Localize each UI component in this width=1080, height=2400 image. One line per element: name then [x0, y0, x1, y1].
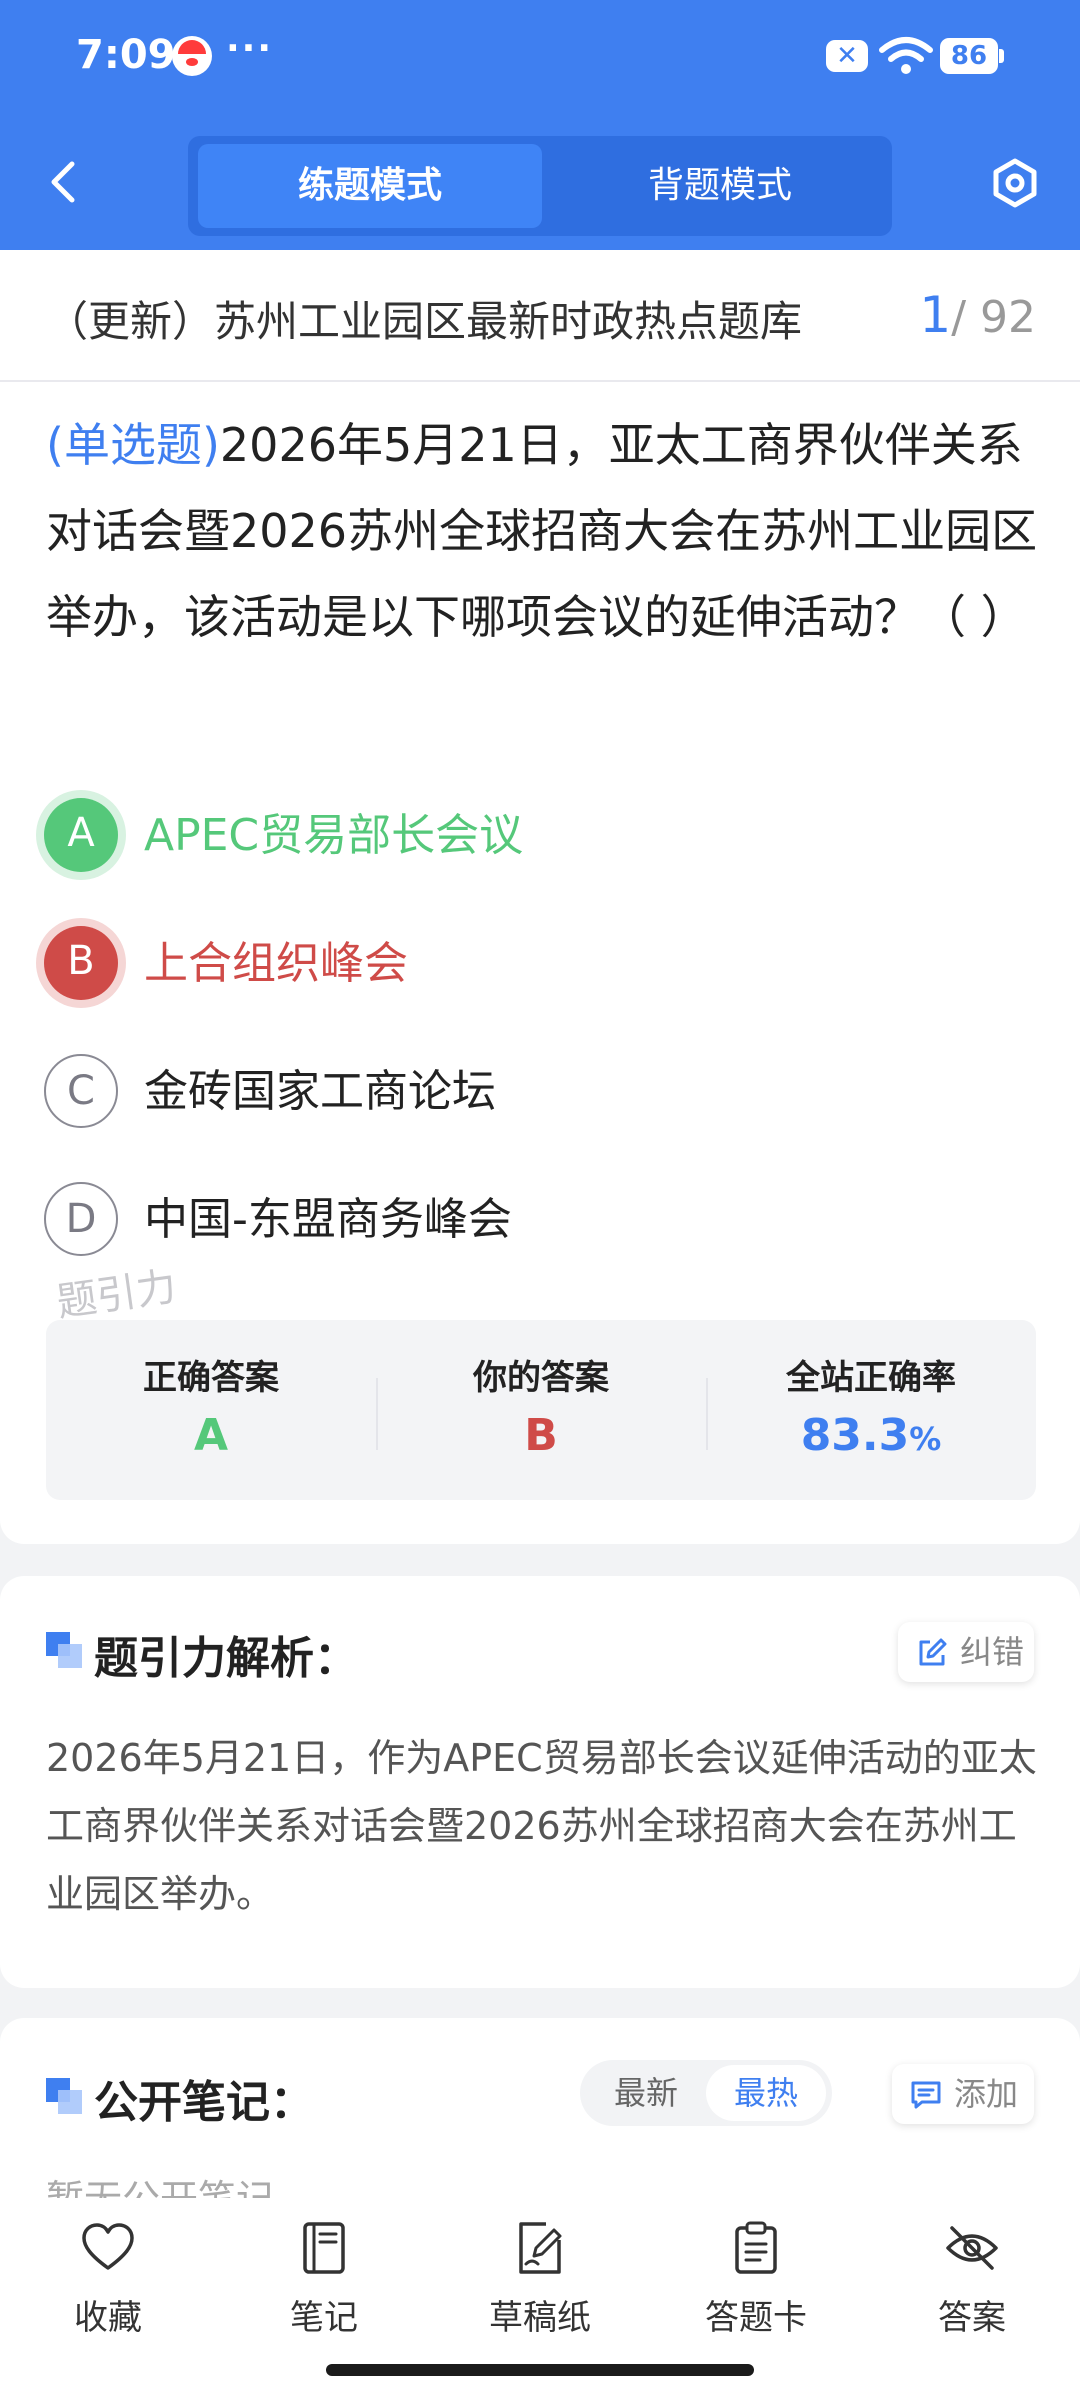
your-answer: 你的答案 B — [376, 1320, 706, 1500]
question-bank-bar: （更新）苏州工业园区最新时政热点题库 1/ 92 — [0, 250, 1080, 382]
site-accuracy: 全站正确率 83.3% — [706, 1320, 1036, 1500]
question-stem: (单选题)2026年5月21日，亚太工商界伙伴关系对话会暨2026苏州全球招商大… — [46, 402, 1042, 660]
draft-paper-label: 草稿纸 — [489, 2298, 591, 2338]
notes-button[interactable]: 笔记 — [234, 2220, 414, 2340]
settings-icon[interactable] — [990, 158, 1040, 208]
back-icon[interactable] — [44, 160, 84, 204]
question-bank-title: （更新）苏州工业园区最新时政热点题库 — [46, 297, 803, 346]
analysis-card: 题引力解析： 纠错 2026年5月21日，作为APEC贸易部长会议延伸活动的亚太… — [0, 1576, 1080, 1988]
tab-memorize-mode[interactable]: 背题模式 — [548, 144, 892, 228]
app-notification-icon — [172, 36, 212, 76]
tab-practice-mode[interactable]: 练题模式 — [198, 144, 542, 228]
no-sim-icon: ✕ — [826, 40, 868, 72]
comment-icon — [911, 2081, 941, 2109]
show-answer-label: 答案 — [938, 2298, 1006, 2338]
public-notes-title: 公开笔记： — [94, 2077, 314, 2128]
accuracy-number: 83.3 — [800, 1410, 910, 1461]
option-b-text: 上合组织峰会 — [144, 938, 408, 989]
answer-sheet-label: 答题卡 — [705, 2298, 807, 2338]
favorite-label: 收藏 — [74, 2298, 142, 2338]
site-accuracy-value: 83.3% — [706, 1410, 1036, 1461]
option-d-text: 中国-东盟商务峰会 — [144, 1194, 512, 1245]
analysis-text: 2026年5月21日，作为APEC贸易部长会议延伸活动的亚太工商界伙伴关系对话会… — [46, 1736, 1037, 1916]
show-answer-button[interactable]: 答案 — [882, 2220, 1062, 2340]
notebook-icon — [303, 2222, 345, 2274]
add-note-label: 添加 — [954, 2075, 1019, 2113]
option-c[interactable]: C 金砖国家工商论坛 — [40, 1050, 1040, 1140]
draft-paper-button[interactable]: 草稿纸 — [450, 2220, 630, 2340]
current-question-number: 1 — [919, 286, 952, 344]
option-a-text: APEC贸易部长会议 — [144, 810, 524, 861]
favorite-button[interactable]: 收藏 — [18, 2220, 198, 2340]
correct-answer-label: 正确答案 — [143, 1358, 279, 1398]
mode-switch: 练题模式 背题模式 — [188, 136, 892, 236]
sort-hottest[interactable]: 最热 — [706, 2065, 826, 2121]
add-note-button[interactable]: 添加 — [892, 2064, 1034, 2124]
option-b[interactable]: B 上合组织峰会 — [40, 922, 1040, 1012]
report-error-label: 纠错 — [960, 1633, 1025, 1671]
question-type: (单选题) — [46, 418, 220, 472]
edit-icon — [919, 1638, 947, 1666]
option-c-letter: C — [44, 1054, 118, 1128]
option-c-text: 金砖国家工商论坛 — [144, 1066, 496, 1117]
option-d-letter: D — [44, 1182, 118, 1256]
option-d[interactable]: D 中国-东盟商务峰会 — [40, 1178, 1040, 1268]
option-b-letter: B — [44, 926, 118, 1000]
home-indicator[interactable] — [326, 2364, 754, 2376]
clipboard-icon — [735, 2221, 777, 2274]
question-card: (单选题)2026年5月21日，亚太工商界伙伴关系对话会暨2026苏州全球招商大… — [0, 382, 1080, 1544]
option-a[interactable]: A APEC贸易部长会议 — [40, 794, 1040, 884]
wifi-icon — [879, 37, 933, 74]
app-header: 7:09 ··· ✕ 86 练题模式 背题模式 — [0, 0, 1080, 250]
correct-answer-value: A — [193, 1410, 229, 1461]
total-questions: / 92 — [951, 292, 1036, 343]
analysis-title: 题引力解析： — [94, 1633, 358, 1684]
accuracy-unit: % — [909, 1420, 942, 1458]
more-notifications-icon: ··· — [226, 28, 274, 69]
section-square-icon — [46, 1632, 82, 1668]
notes-sort-switch: 最新 最热 — [580, 2060, 832, 2126]
your-answer-label: 你的答案 — [473, 1358, 609, 1398]
your-answer-value: B — [524, 1410, 558, 1461]
draft-pen-icon — [519, 2222, 562, 2274]
status-bar: 7:09 ··· ✕ 86 — [0, 0, 1080, 120]
eye-off-icon — [946, 2226, 998, 2270]
answer-sheet-button[interactable]: 答题卡 — [666, 2220, 846, 2340]
question-progress[interactable]: 1/ 92 — [919, 286, 1036, 344]
notes-label: 笔记 — [290, 2298, 358, 2338]
site-accuracy-label: 全站正确率 — [786, 1358, 956, 1398]
option-a-letter: A — [44, 798, 118, 872]
report-error-button[interactable]: 纠错 — [898, 1622, 1034, 1682]
battery-indicator: 86 — [940, 38, 1004, 74]
correct-answer: 正确答案 A — [46, 1320, 376, 1500]
status-time: 7:09 — [76, 32, 176, 78]
section-square-icon — [46, 2078, 82, 2114]
sort-newest[interactable]: 最新 — [586, 2065, 706, 2121]
answer-summary: 正确答案 A 你的答案 B 全站正确率 83.3% — [46, 1320, 1036, 1500]
heart-icon — [82, 2223, 134, 2270]
